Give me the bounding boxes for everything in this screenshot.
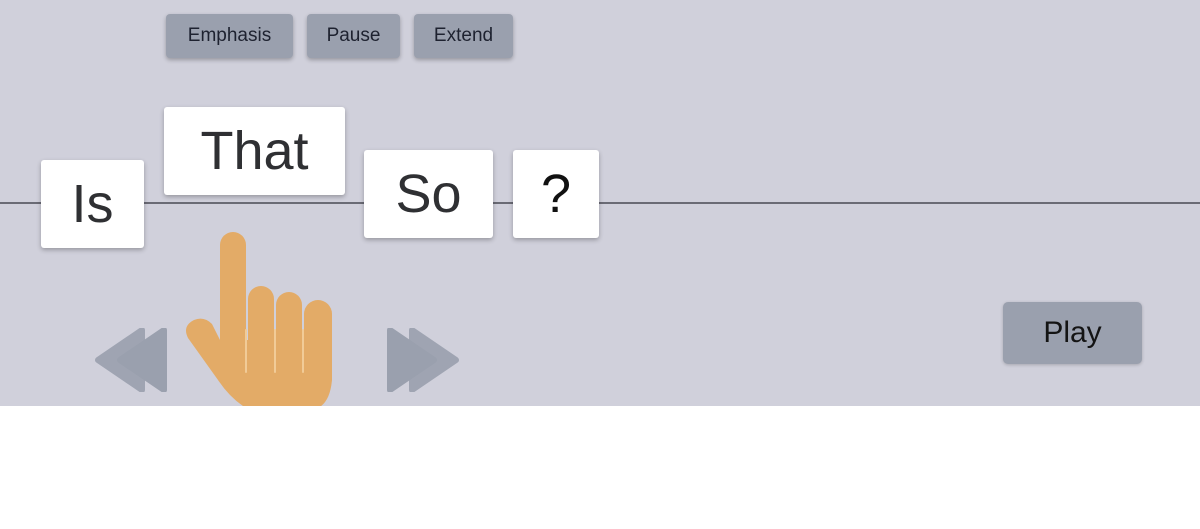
play-button[interactable]: Play (1003, 302, 1142, 364)
pitch-baseline (0, 202, 1200, 204)
rewind-icon[interactable] (92, 328, 170, 392)
fast-forward-icon[interactable] (384, 328, 462, 392)
editor-panel: Emphasis Pause Extend Is That So ? Play (0, 0, 1200, 406)
hand-pointer-icon (186, 232, 332, 406)
word-tile-is[interactable]: Is (41, 160, 144, 248)
emphasis-button[interactable]: Emphasis (166, 14, 293, 58)
word-tile-question-mark[interactable]: ? (513, 150, 599, 238)
word-tile-so[interactable]: So (364, 150, 493, 238)
word-tile-that[interactable]: That (164, 107, 345, 195)
pause-button[interactable]: Pause (307, 14, 400, 58)
extend-button[interactable]: Extend (414, 14, 513, 58)
